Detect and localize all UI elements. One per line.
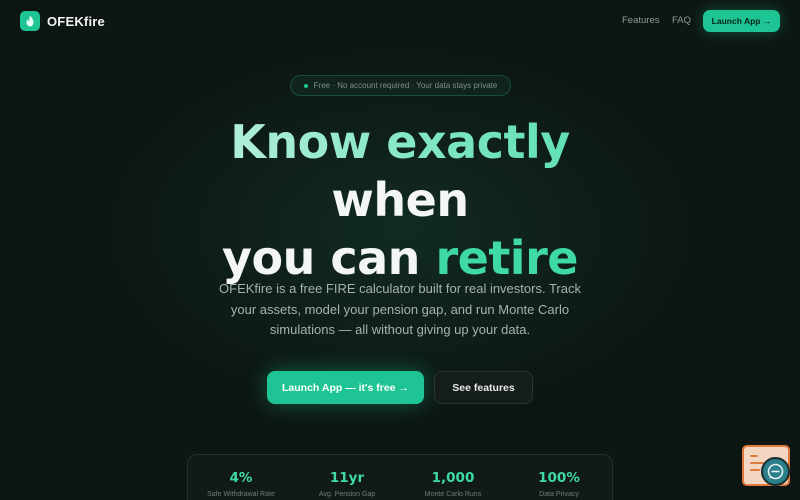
- see-features-button[interactable]: See features: [434, 371, 533, 404]
- nav-link-faq[interactable]: FAQ: [672, 15, 691, 26]
- flame-icon: [20, 11, 40, 31]
- stat-value: 11yr: [329, 470, 365, 486]
- stat-label: Data Privacy: [539, 491, 579, 498]
- launch-app-button[interactable]: Launch App — it's free →: [267, 371, 424, 404]
- privacy-badge: Free · No account required · Your data s…: [290, 75, 511, 96]
- headline-line-3-accent: retire: [435, 231, 578, 285]
- stat-value: 100%: [538, 470, 580, 486]
- headline-line-1: Know exactly: [0, 113, 800, 171]
- nav-link-features[interactable]: Features: [622, 15, 660, 26]
- headline-line-3-plain: you can: [222, 231, 436, 285]
- privacy-badge-text: Free · No account required · Your data s…: [313, 81, 498, 90]
- chat-icon[interactable]: [761, 457, 790, 486]
- nav-launch-app-button[interactable]: Launch App →: [703, 10, 780, 32]
- stat-label: Avg. Pension Gap: [318, 491, 376, 498]
- status-dot-icon: [303, 83, 308, 88]
- hero-headline: Know exactly when you can retire: [0, 113, 800, 287]
- brand-name: OFEKfire: [47, 13, 105, 29]
- stats-panel: 4% Safe Withdrawal Rate 11yr Avg. Pensio…: [187, 454, 613, 500]
- stat-value: 1,000: [431, 470, 475, 486]
- headline-line-2: when: [331, 173, 469, 227]
- stat-label: Safe Withdrawal Rate: [207, 491, 275, 498]
- brand-logo[interactable]: OFEKfire: [20, 11, 105, 31]
- top-nav: OFEKfire Features FAQ Launch App →: [0, 0, 800, 42]
- stat-label: Monte Carlo Runs: [424, 491, 482, 498]
- hero-subtext: OFEKfire is a free FIRE calculator built…: [219, 281, 581, 337]
- stat-value: 4%: [229, 470, 253, 486]
